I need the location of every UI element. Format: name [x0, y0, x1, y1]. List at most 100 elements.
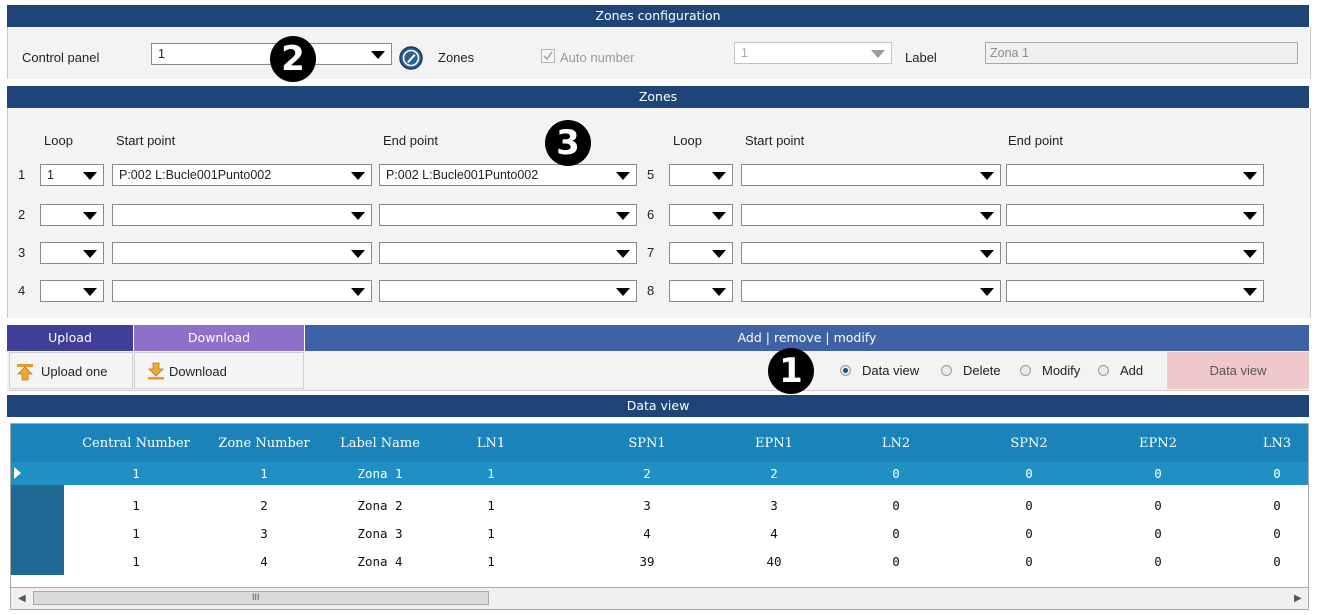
zone-number-select[interactable]: 1: [734, 42, 892, 64]
column-header[interactable]: EPN2: [1098, 436, 1218, 451]
end-point-select[interactable]: [379, 242, 637, 264]
table-cell: 1: [260, 466, 268, 481]
zone-row-number: 2: [18, 207, 26, 222]
chevron-down-icon: [712, 288, 726, 296]
loop-select[interactable]: [669, 280, 733, 302]
loop-select[interactable]: [669, 204, 733, 226]
table-cell: 0: [1154, 526, 1162, 541]
chevron-down-icon: [616, 212, 630, 220]
label-input[interactable]: Zona 1: [985, 42, 1298, 64]
upload-tab[interactable]: Upload: [7, 325, 133, 351]
chevron-down-icon: [616, 288, 630, 296]
zone-row-number: 5: [647, 167, 655, 182]
download-label: Download: [169, 364, 227, 379]
grid-header-row: Central Number Zone Number Label Name LN1 SP…: [11, 424, 1308, 462]
chevron-down-icon: [616, 172, 630, 180]
loop-select[interactable]: [669, 164, 733, 186]
end-point-select[interactable]: [1006, 204, 1264, 226]
data-view-radio-label: Data view: [862, 363, 920, 378]
start-point-select[interactable]: [741, 242, 1001, 264]
chevron-down-icon: [83, 288, 97, 296]
chevron-down-icon: [1243, 172, 1257, 180]
table-cell: 1: [487, 554, 495, 569]
end-point-select-value: P:002 L:Bucle001Punto002: [386, 168, 539, 182]
chevron-down-icon: [1243, 288, 1257, 296]
loop-select[interactable]: [40, 204, 104, 226]
auto-number-checkbox[interactable]: [541, 49, 555, 63]
data-view-radio[interactable]: [840, 365, 851, 376]
checkmark-icon: [543, 51, 553, 61]
table-cell: Zona 1: [357, 466, 403, 481]
column-header[interactable]: Label Name: [320, 436, 440, 451]
start-point-select[interactable]: [741, 280, 1001, 302]
table-cell: 2: [643, 466, 651, 481]
scrollbar-thumb[interactable]: III: [33, 591, 489, 605]
table-row[interactable]: 1 4 Zona 4 1 39 40 0 0 0 0: [11, 547, 1308, 575]
column-header[interactable]: SPN1: [587, 436, 707, 451]
loop-header-right: Loop: [673, 133, 702, 148]
chevron-down-icon: [1243, 250, 1257, 258]
chevron-down-icon: [712, 212, 726, 220]
download-arrow-icon: [148, 362, 164, 380]
zone-row-number: 3: [18, 245, 26, 260]
delete-radio[interactable]: [941, 365, 952, 376]
edit-icon[interactable]: [398, 45, 424, 71]
start-point-select[interactable]: [741, 164, 1001, 186]
download-button[interactable]: Download: [134, 352, 304, 389]
add-remove-modify-tab: Add | remove | modify: [305, 325, 1309, 351]
column-header[interactable]: SPN2: [969, 436, 1089, 451]
callout-2: 2: [270, 36, 316, 82]
table-row[interactable]: 1 3 Zona 3 1 4 4 0 0 0 0: [11, 519, 1308, 547]
chevron-down-icon: [351, 212, 365, 220]
chevron-down-icon: [83, 212, 97, 220]
upload-tab-label: Upload: [48, 330, 92, 345]
table-cell: 1: [487, 526, 495, 541]
table-cell: 0: [1273, 498, 1281, 513]
scroll-right-icon[interactable]: ▶: [1294, 593, 1302, 604]
start-point-select[interactable]: P:002 L:Bucle001Punto002: [112, 164, 372, 186]
table-cell: Zona 3: [357, 526, 403, 541]
zone-number-value: 1: [741, 46, 748, 60]
end-point-select[interactable]: [1006, 242, 1264, 264]
column-header[interactable]: Central Number: [76, 436, 196, 451]
end-point-select[interactable]: [379, 280, 637, 302]
start-point-select[interactable]: [112, 242, 372, 264]
column-header[interactable]: Zone Number: [204, 436, 324, 451]
table-row-selected[interactable]: 1 1 Zona 1 1 2 2 0 0 0 0: [11, 462, 1308, 485]
end-point-select[interactable]: P:002 L:Bucle001Punto002: [379, 164, 637, 186]
horizontal-scrollbar[interactable]: ◀ III ▶: [10, 588, 1309, 610]
download-tab[interactable]: Download: [134, 325, 304, 351]
column-header[interactable]: LN1: [431, 436, 551, 451]
zone-row-number: 6: [647, 207, 655, 222]
modify-radio[interactable]: [1020, 365, 1031, 376]
end-point-header-right: End point: [1008, 133, 1063, 148]
start-point-select[interactable]: [741, 204, 1001, 226]
upload-arrow-icon: [17, 364, 33, 381]
callout-3: 3: [545, 120, 591, 166]
start-point-select[interactable]: [112, 280, 372, 302]
column-header[interactable]: EPN1: [714, 436, 834, 451]
end-point-select[interactable]: [379, 204, 637, 226]
table-cell: 4: [260, 554, 268, 569]
table-row[interactable]: 1 2 Zona 2 1 3 3 0 0 0 0: [11, 491, 1308, 519]
end-point-select[interactable]: [1006, 280, 1264, 302]
upload-one-button[interactable]: Upload one: [9, 352, 133, 389]
column-header[interactable]: LN2: [836, 436, 956, 451]
add-radio[interactable]: [1098, 365, 1109, 376]
start-point-select[interactable]: [112, 204, 372, 226]
auto-number-label: Auto number: [560, 50, 635, 65]
loop-select[interactable]: [40, 280, 104, 302]
zones-label: Zones: [438, 50, 475, 65]
column-header[interactable]: LN3: [1217, 436, 1308, 451]
loop-select[interactable]: [40, 242, 104, 264]
table-cell: 0: [1154, 498, 1162, 513]
end-point-select[interactable]: [1006, 164, 1264, 186]
loop-select[interactable]: [669, 242, 733, 264]
scroll-left-icon[interactable]: ◀: [18, 593, 26, 604]
loop-select[interactable]: 1: [40, 164, 104, 186]
table-cell: 0: [1154, 466, 1162, 481]
chevron-down-icon: [371, 51, 385, 59]
data-view-action-button[interactable]: Data view: [1167, 352, 1309, 389]
table-cell: 0: [1025, 526, 1033, 541]
chevron-down-icon: [351, 250, 365, 258]
